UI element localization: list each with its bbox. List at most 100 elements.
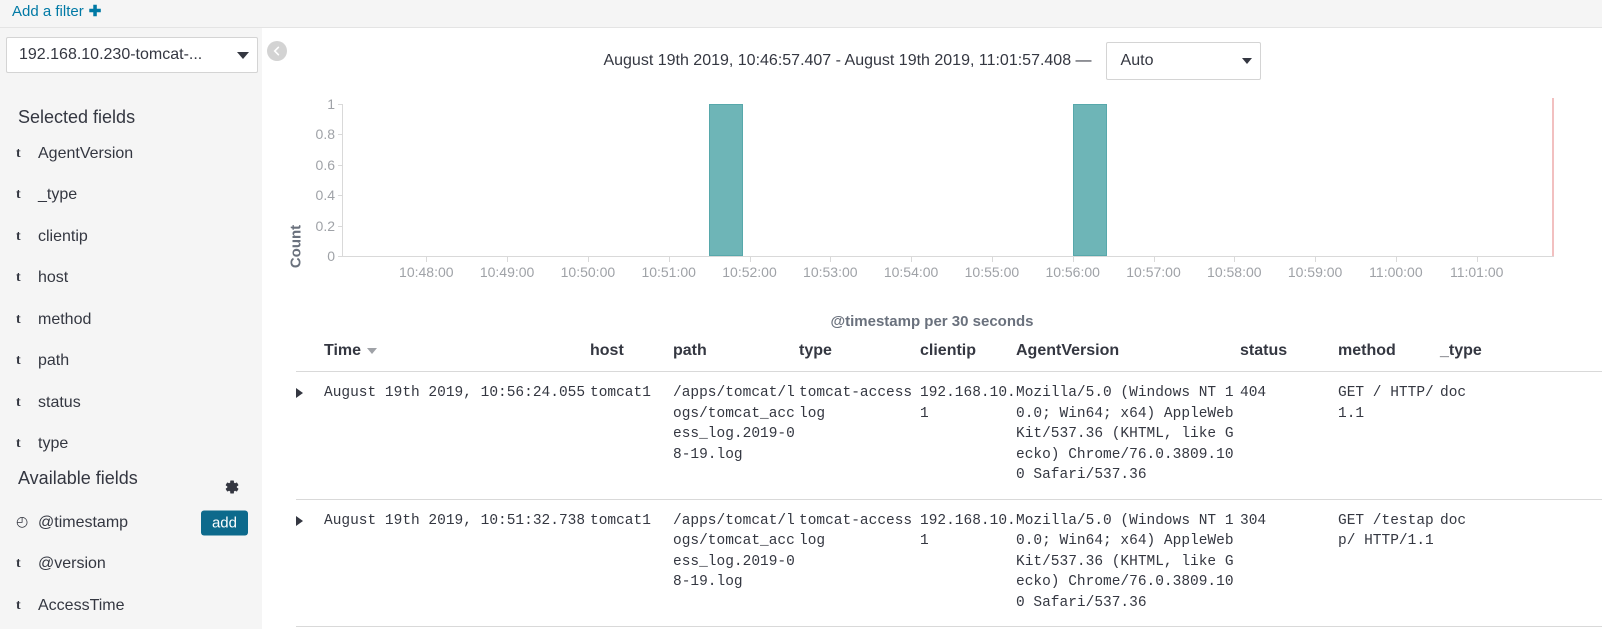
available-field-timestamp[interactable]: ◴ @timestamp add	[0, 502, 262, 544]
chevron-down-icon	[237, 51, 249, 59]
gear-icon[interactable]	[222, 478, 240, 496]
x-axis-tick-label: 10:50:00	[560, 264, 616, 280]
available-field-AccessTime[interactable]: t AccessTime	[0, 585, 262, 627]
sort-descending-icon[interactable]	[367, 347, 378, 354]
field-name: @version	[38, 555, 106, 573]
plus-icon: ✚	[88, 3, 102, 20]
chart-plot-area[interactable]: 1 0.8 0.6 0.4 0.2 0 10:48:00 10:49:00 10:50:00 10…	[316, 96, 1554, 280]
cell-clientip: 192.168.10.1	[920, 385, 1016, 422]
string-field-icon: t	[16, 270, 21, 286]
y-axis-tick-mark	[338, 256, 342, 257]
histogram-bar[interactable]	[709, 104, 744, 256]
table-row[interactable]: August 19th 2019, 10:51:32.738 tomcat1/ap…	[296, 500, 1602, 627]
cell-type: doc	[1440, 385, 1467, 401]
x-axis-tick-mark	[507, 257, 509, 262]
table-row[interactable]: August 19th 2019, 10:56:24.055 tomcat1/ap…	[296, 372, 1602, 500]
field-name: AgentVersion	[38, 144, 134, 162]
column-header-clientip[interactable]: clientip	[920, 342, 1016, 360]
column-header-type[interactable]: type	[799, 342, 920, 360]
x-axis-tick-label: 10:48:00	[399, 264, 454, 280]
selected-field-clientip[interactable]: t clientip	[0, 216, 262, 258]
column-header-label: type	[799, 341, 832, 359]
cell-agentversion: Mozilla/5.0 (Windows NT 10.0; Win64; x64…	[1016, 385, 1234, 483]
add-field-button[interactable]: add	[200, 510, 248, 536]
available-fields-title: Available fields	[18, 468, 138, 488]
selected-field-type[interactable]: t _type	[0, 175, 262, 217]
column-header-agentversion[interactable]: AgentVersion	[1016, 342, 1240, 360]
selected-field-AgentVersion[interactable]: t AgentVersion	[0, 133, 262, 175]
selected-fields-list: t AgentVersion t _type t clientip t host t method…	[0, 133, 262, 465]
time-range-label[interactable]: August 19th 2019, 10:46:57.407 - August …	[603, 52, 1091, 70]
expand-row-icon[interactable]	[296, 388, 303, 398]
cell-status: 304	[1240, 512, 1267, 529]
x-axis-tick-mark	[1153, 257, 1155, 262]
table-body: August 19th 2019, 10:56:24.055 tomcat1/ap…	[296, 372, 1602, 627]
x-axis-tick-label: 10:55:00	[964, 264, 1020, 280]
cell-host: tomcat1	[590, 512, 651, 529]
x-axis-tick-label: 10:57:00	[1126, 264, 1181, 280]
cell-clientip: 192.168.10.1	[920, 512, 1016, 550]
x-axis-tick-label: 10:51:00	[641, 264, 696, 280]
column-header-label: path	[673, 341, 707, 359]
add-filter-button[interactable]: Add a filter ✚	[12, 3, 101, 20]
x-axis-tick-mark	[1395, 257, 1397, 262]
x-axis-tick-mark	[911, 257, 913, 262]
string-field-icon: t	[16, 597, 21, 613]
selected-field-type[interactable]: t type	[0, 424, 262, 466]
field-name: host	[38, 269, 69, 287]
expand-row-cell	[296, 383, 324, 486]
x-axis-tick-label: 11:01:00	[1449, 264, 1504, 280]
column-header-host[interactable]: host	[590, 342, 673, 360]
x-axis-tick-label: 10:59:00	[1287, 264, 1343, 280]
table-header-row: Time host path type clientip AgentVersion stat…	[296, 330, 1602, 372]
expand-row-cell	[296, 511, 324, 614]
x-axis-tick-mark	[426, 257, 428, 262]
column-header-status[interactable]: status	[1240, 342, 1338, 360]
histogram-bar[interactable]	[1072, 104, 1107, 256]
index-pattern-selector[interactable]: 192.168.10.230-tomcat-...	[6, 37, 258, 73]
x-axis-tick-label: 10:52:00	[722, 264, 777, 280]
column-header-label: status	[1240, 341, 1288, 359]
date-field-icon: ◴	[16, 515, 29, 531]
column-header-path[interactable]: path	[673, 342, 799, 360]
column-header-method[interactable]: method	[1338, 342, 1440, 360]
column-header-label: clientip	[920, 341, 977, 359]
field-name: status	[38, 393, 81, 411]
x-axis-tick-label: 11:00:00	[1369, 264, 1423, 280]
cell-path: /apps/tomcat/logs/tomcat_access_log.2019…	[673, 512, 795, 591]
y-axis-tick-label: 0.4	[315, 187, 335, 204]
expand-row-icon[interactable]	[296, 515, 303, 526]
column-header-type[interactable]: _type	[1440, 342, 1520, 360]
interval-selector[interactable]: Auto	[1105, 42, 1261, 80]
field-name: path	[38, 352, 70, 370]
kibana-discover-page: Add a filter ✚ 192.168.10.230-tomcat-...…	[0, 0, 1602, 629]
column-header-label: method	[1338, 341, 1396, 359]
field-name: @timestamp	[38, 513, 129, 531]
cell-type: tomcat-accesslog	[799, 512, 913, 550]
string-field-icon: t	[16, 187, 21, 203]
x-axis-tick-mark	[1234, 257, 1236, 262]
x-axis-line	[342, 256, 1554, 257]
column-header-time[interactable]: Time	[324, 342, 590, 360]
x-axis-title: @timestamp per 30 seconds	[830, 313, 1034, 330]
y-axis-tick-label: 0.2	[315, 217, 335, 234]
cell-status: 404	[1240, 385, 1267, 401]
selected-field-host[interactable]: t host	[0, 258, 262, 300]
documents-table: Time host path type clientip AgentVersion stat…	[296, 330, 1602, 627]
x-axis-tick-mark	[1315, 257, 1317, 262]
selected-field-method[interactable]: t method	[0, 299, 262, 341]
y-axis-tick-label: 1	[327, 96, 335, 112]
column-header-label: AgentVersion	[1016, 341, 1120, 359]
available-field-version[interactable]: t @version	[0, 544, 262, 586]
x-axis-tick-mark	[830, 257, 832, 262]
cell-method: GET / HTTP/1.1	[1338, 385, 1434, 422]
selected-field-path[interactable]: t path	[0, 341, 262, 383]
column-header-label: Time	[324, 341, 362, 359]
selected-fields-title: Selected fields	[18, 107, 136, 127]
x-axis-tick-label: 10:49:00	[479, 264, 535, 280]
string-field-icon: t	[16, 145, 21, 161]
selected-field-status[interactable]: t status	[0, 382, 262, 424]
string-field-icon: t	[16, 228, 21, 244]
x-axis-tick-mark	[1476, 257, 1478, 262]
field-name: clientip	[38, 227, 88, 245]
